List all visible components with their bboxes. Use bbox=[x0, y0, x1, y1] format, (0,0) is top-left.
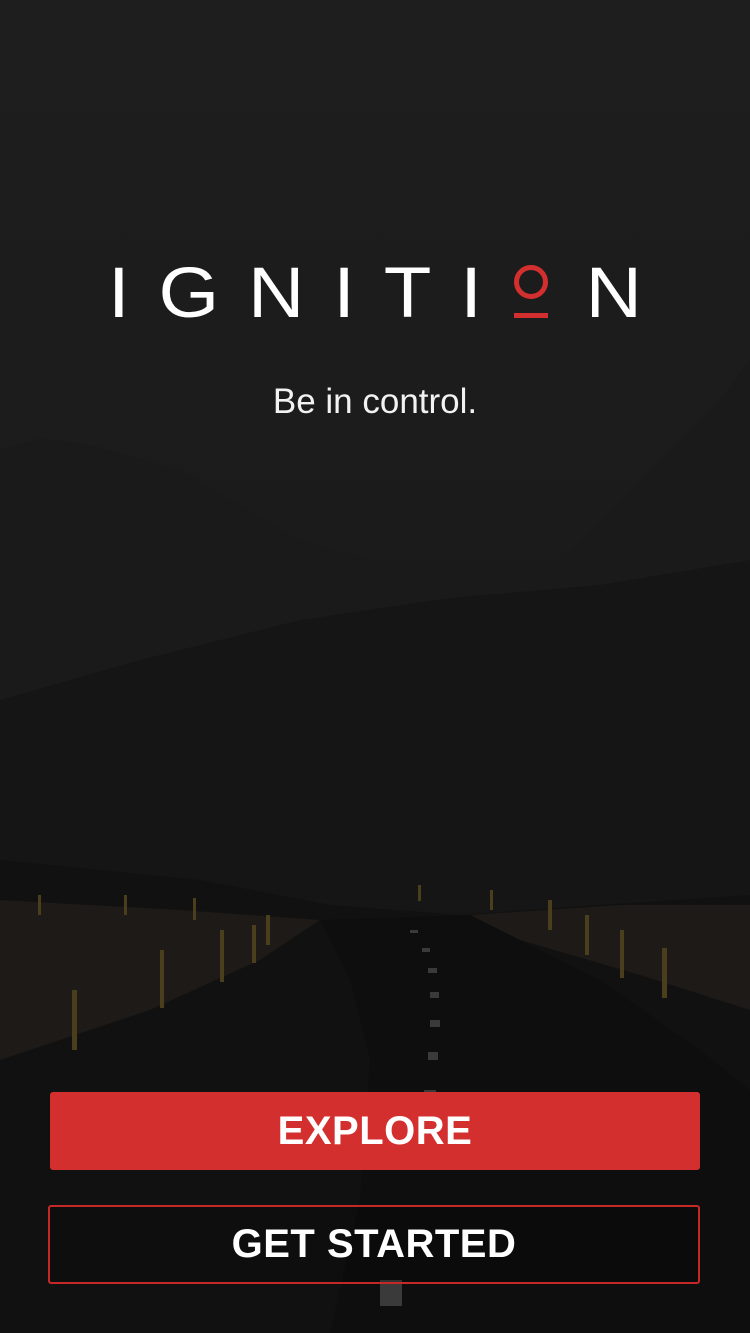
logo-letter: N bbox=[585, 251, 642, 333]
tagline: Be in control. bbox=[272, 382, 478, 421]
explore-button[interactable]: EXPLORE bbox=[50, 1092, 700, 1170]
welcome-screen: I G N I T I N Be in control. EXPLORE GET… bbox=[0, 0, 750, 1333]
get-started-button[interactable]: GET STARTED bbox=[48, 1205, 700, 1284]
ignition-logo: I G N I T I N bbox=[108, 251, 642, 333]
logo-letter: I bbox=[333, 251, 355, 333]
logo-letter: T bbox=[383, 251, 432, 333]
logo-letter: I bbox=[108, 251, 130, 333]
power-bar bbox=[513, 313, 548, 318]
power-o-icon bbox=[511, 259, 557, 325]
power-ring bbox=[513, 265, 548, 299]
logo-letter: I bbox=[460, 251, 482, 333]
logo-letter: N bbox=[248, 251, 305, 333]
logo-letter: G bbox=[158, 251, 220, 333]
